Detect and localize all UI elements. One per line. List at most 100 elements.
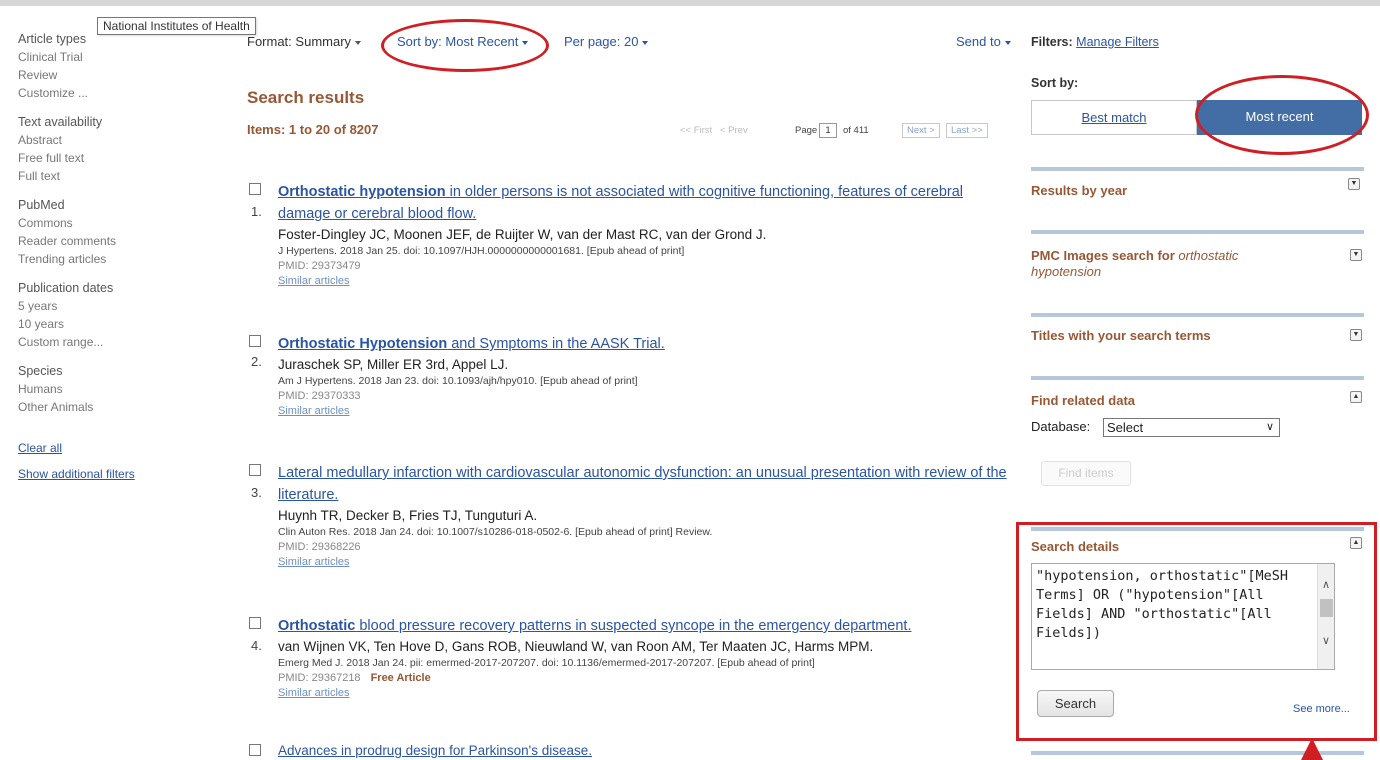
similar-articles-link[interactable]: Similar articles	[278, 555, 1017, 569]
page-number-input[interactable]: 1	[819, 123, 837, 138]
titles-with-terms-title[interactable]: Titles with your search terms	[1031, 328, 1296, 344]
most-recent-button[interactable]: Most recent	[1197, 100, 1362, 135]
result-body: Orthostatic blood pressure recovery patt…	[278, 615, 1017, 700]
result-item: 4. Orthostatic blood pressure recovery p…	[247, 615, 1017, 700]
collapse-toggle-icon[interactable]: ▼	[1350, 329, 1362, 341]
sort-label: Sort by:	[397, 34, 442, 49]
best-match-button[interactable]: Best match	[1031, 100, 1197, 135]
result-body: Lateral medullary infarction with cardio…	[278, 462, 1017, 569]
filter-item-custom-range[interactable]: Custom range...	[18, 333, 233, 351]
filter-item-humans[interactable]: Humans	[18, 380, 233, 398]
filter-group-publication-dates: Publication dates 5 years 10 years Custo…	[18, 279, 233, 351]
title-highlight: Orthostatic hypotension	[278, 184, 446, 200]
title-text: Lateral medullary infarction with cardio…	[278, 465, 1007, 503]
format-dropdown[interactable]: Format: Summary	[247, 34, 362, 49]
find-items-button[interactable]: Find items	[1041, 461, 1131, 486]
scroll-up-icon[interactable]: ∧	[1318, 578, 1334, 591]
result-body: Advances in prodrug design for Parkinson…	[278, 742, 1017, 760]
pubmed-results-page: Article types Clinical Trial Review Cust…	[0, 0, 1380, 760]
panel-divider	[1031, 230, 1364, 234]
result-item: 3. Lateral medullary infarction with car…	[247, 462, 1017, 569]
manage-filters-link[interactable]: Manage Filters	[1076, 35, 1159, 49]
first-page-link[interactable]: << First	[680, 125, 712, 136]
filter-heading: Species	[18, 364, 63, 378]
filter-item-10-years[interactable]: 10 years	[18, 315, 233, 333]
send-to-dropdown[interactable]: Send to	[956, 34, 1011, 49]
result-authors: Foster-Dingley JC, Moonen JEF, de Ruijte…	[278, 227, 767, 242]
expand-toggle-icon[interactable]: ▲	[1350, 537, 1362, 549]
find-related-data-title: Find related data	[1031, 393, 1136, 408]
per-page-dropdown[interactable]: Per page: 20	[564, 34, 649, 49]
panel-divider	[1031, 313, 1364, 317]
per-page-value: 20	[624, 34, 639, 49]
collapse-toggle-icon[interactable]: ▼	[1348, 178, 1360, 190]
pmc-images-title[interactable]: PMC Images search for orthostatic hypote…	[1031, 248, 1301, 280]
chevron-down-icon	[522, 40, 529, 45]
collapse-toggle-icon[interactable]: ▼	[1350, 249, 1362, 261]
filter-item-customize[interactable]: Customize ...	[18, 84, 233, 102]
next-page-button[interactable]: Next >	[902, 123, 940, 138]
see-more-link[interactable]: See more...	[1293, 703, 1350, 715]
textarea-scrollbar[interactable]: ∧ ∨	[1317, 564, 1334, 669]
similar-articles-link[interactable]: Similar articles	[278, 686, 1017, 700]
result-checkbox[interactable]	[249, 464, 261, 476]
result-title-link[interactable]: Orthostatic Hypotension and Symptoms in …	[278, 333, 1017, 355]
panel-divider	[1031, 167, 1364, 171]
sort-dropdown[interactable]: Sort by: Most Recent	[397, 34, 529, 49]
result-title-link[interactable]: Orthostatic hypotension in older persons…	[278, 181, 1017, 225]
format-value: Summary	[295, 34, 352, 49]
result-number: 4.	[251, 638, 262, 653]
result-checkbox[interactable]	[249, 335, 261, 347]
title-text: Advances in prodrug design for Parkinson…	[278, 743, 593, 758]
result-checkbox[interactable]	[249, 617, 261, 629]
result-body: Orthostatic hypotension in older persons…	[278, 181, 1017, 288]
filter-item-commons[interactable]: Commons	[18, 214, 233, 232]
similar-articles-link[interactable]: Similar articles	[278, 274, 1017, 288]
result-title-link[interactable]: Orthostatic blood pressure recovery patt…	[278, 615, 1017, 637]
filter-group-text-availability: Text availability Abstract Free full tex…	[18, 113, 233, 185]
result-checkbox[interactable]	[249, 183, 261, 195]
chevron-down-icon	[355, 40, 362, 45]
filter-group-pubmed-commons: PubMed Commons Reader comments Trending …	[18, 196, 233, 268]
send-to-label: Send to	[956, 34, 1001, 49]
filter-item-5-years[interactable]: 5 years	[18, 297, 233, 315]
result-number: 1.	[251, 204, 262, 219]
annotation-arrow-icon	[1301, 738, 1323, 760]
filter-item-full-text[interactable]: Full text	[18, 167, 233, 185]
filter-item-clinical-trial[interactable]: Clinical Trial	[18, 48, 233, 66]
filter-item-abstract[interactable]: Abstract	[18, 131, 233, 149]
scroll-thumb[interactable]	[1319, 599, 1333, 617]
pmc-title-text: PMC Images search for	[1031, 248, 1179, 263]
similar-articles-link[interactable]: Similar articles	[278, 404, 1017, 418]
result-citation: Am J Hypertens. 2018 Jan 23. doi: 10.109…	[278, 375, 638, 387]
filter-group-article-types: Article types Clinical Trial Review Cust…	[18, 30, 233, 102]
free-article-label: Free Article	[370, 672, 431, 684]
result-pmid: PMID: 29367218 Free Article	[278, 671, 1017, 686]
filter-heading: Publication dates	[18, 281, 114, 295]
items-count: Items: 1 to 20 of 8207	[247, 122, 379, 137]
clear-all-link[interactable]: Clear all	[18, 439, 233, 457]
scroll-down-icon[interactable]: ∨	[1318, 634, 1334, 647]
query-textarea[interactable]: "hypotension, orthostatic"[MeSH Terms] O…	[1031, 563, 1335, 670]
filter-item-review[interactable]: Review	[18, 66, 233, 84]
expand-toggle-icon[interactable]: ▲	[1350, 391, 1362, 403]
pmid-text: PMID: 29373479	[278, 260, 361, 272]
query-text: "hypotension, orthostatic"[MeSH Terms] O…	[1036, 568, 1288, 641]
filter-item-trending-articles[interactable]: Trending articles	[18, 250, 233, 268]
result-title-link[interactable]: Advances in prodrug design for Parkinson…	[278, 742, 1017, 760]
page-label: Page	[795, 125, 818, 136]
top-border	[0, 0, 1380, 6]
show-additional-filters-link[interactable]: Show additional filters	[18, 465, 233, 483]
result-citation: J Hypertens. 2018 Jan 25. doi: 10.1097/H…	[278, 245, 685, 257]
prev-page-link[interactable]: < Prev	[720, 125, 748, 136]
filter-item-free-full-text[interactable]: Free full text	[18, 149, 233, 167]
filter-item-other-animals[interactable]: Other Animals	[18, 398, 233, 416]
results-by-year-title[interactable]: Results by year	[1031, 183, 1296, 199]
chevron-down-icon	[1004, 40, 1011, 45]
result-title-link[interactable]: Lateral medullary infarction with cardio…	[278, 462, 1017, 506]
result-checkbox[interactable]	[249, 744, 261, 756]
last-page-button[interactable]: Last >>	[946, 123, 988, 138]
database-select[interactable]: Select ∨	[1103, 418, 1280, 437]
filter-item-reader-comments[interactable]: Reader comments	[18, 232, 233, 250]
search-button[interactable]: Search	[1037, 690, 1114, 717]
